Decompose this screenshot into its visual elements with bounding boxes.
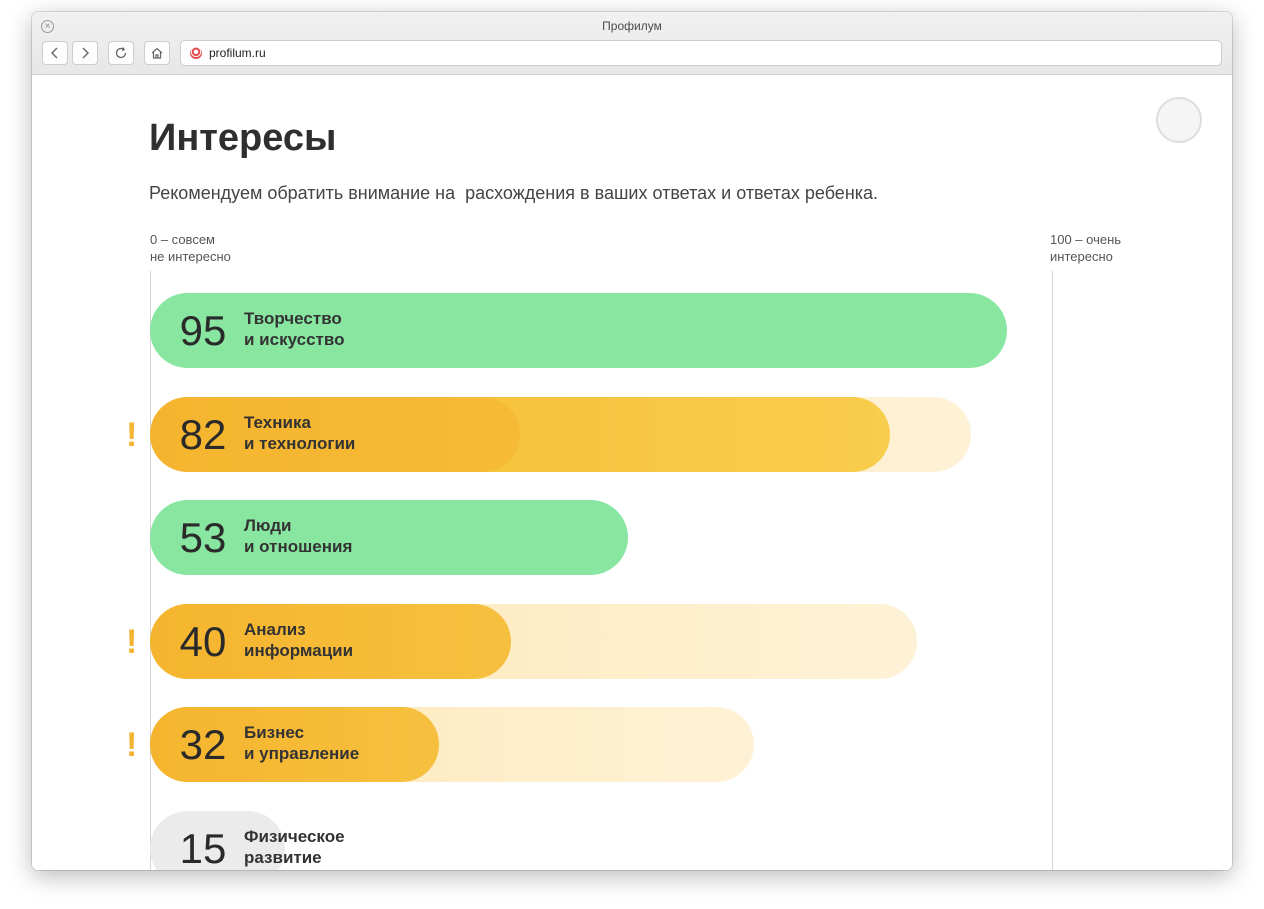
interest-row: 82 Техника и технологии! (126, 396, 1150, 472)
warning-mark-icon: ! (126, 622, 138, 661)
reload-button[interactable] (108, 41, 134, 65)
interest-label: Творчество и искусство (244, 309, 345, 349)
site-favicon-icon (190, 47, 202, 59)
interest-row: 40 Анализ информации! (126, 603, 1150, 679)
interest-label: Анализ информации (244, 619, 354, 660)
chevron-left-icon (51, 47, 58, 59)
interest-score: 82 (179, 410, 227, 458)
interest-row: 53 Люди и отношения (150, 500, 1150, 575)
interest-score: 40 (179, 617, 227, 665)
interest-row: 15 Физическое развитие (150, 810, 1150, 871)
interest-score: 15 (179, 824, 227, 871)
interest-label: Физическое развитие (244, 826, 345, 867)
home-icon (151, 47, 163, 59)
warning-mark-icon: ! (126, 415, 138, 454)
interest-row: 32 Бизнес и управление! (126, 707, 1150, 782)
home-button[interactable] (144, 41, 170, 65)
interest-score: 53 (179, 514, 227, 561)
interest-score: 95 (179, 307, 227, 354)
url-text: profilum.ru (209, 46, 266, 60)
address-bar[interactable]: profilum.ru (180, 40, 1222, 66)
back-button[interactable] (42, 41, 68, 65)
interest-label: Техника и технологии (244, 412, 356, 453)
interests-chart: 95 Творчество и искусство 82 Техника и техн… (32, 75, 1232, 870)
interest-label: Бизнес и управление (244, 723, 360, 763)
warning-mark-icon: ! (126, 726, 138, 764)
browser-toolbar: × Профилум profilum.ru (32, 12, 1232, 75)
page-content: Интересы Рекомендуем обратить внимание н… (32, 75, 1232, 870)
interest-label: Люди и отношения (244, 516, 353, 556)
reload-icon (115, 47, 127, 59)
window-title: Профилум (602, 19, 662, 33)
forward-button[interactable] (72, 41, 98, 65)
chevron-right-icon (82, 47, 89, 59)
interest-row: 95 Творчество и искусство (150, 293, 1150, 368)
browser-window: × Профилум profilum.ru Интересы Рекоменд… (32, 12, 1232, 870)
interest-score: 32 (179, 721, 227, 768)
